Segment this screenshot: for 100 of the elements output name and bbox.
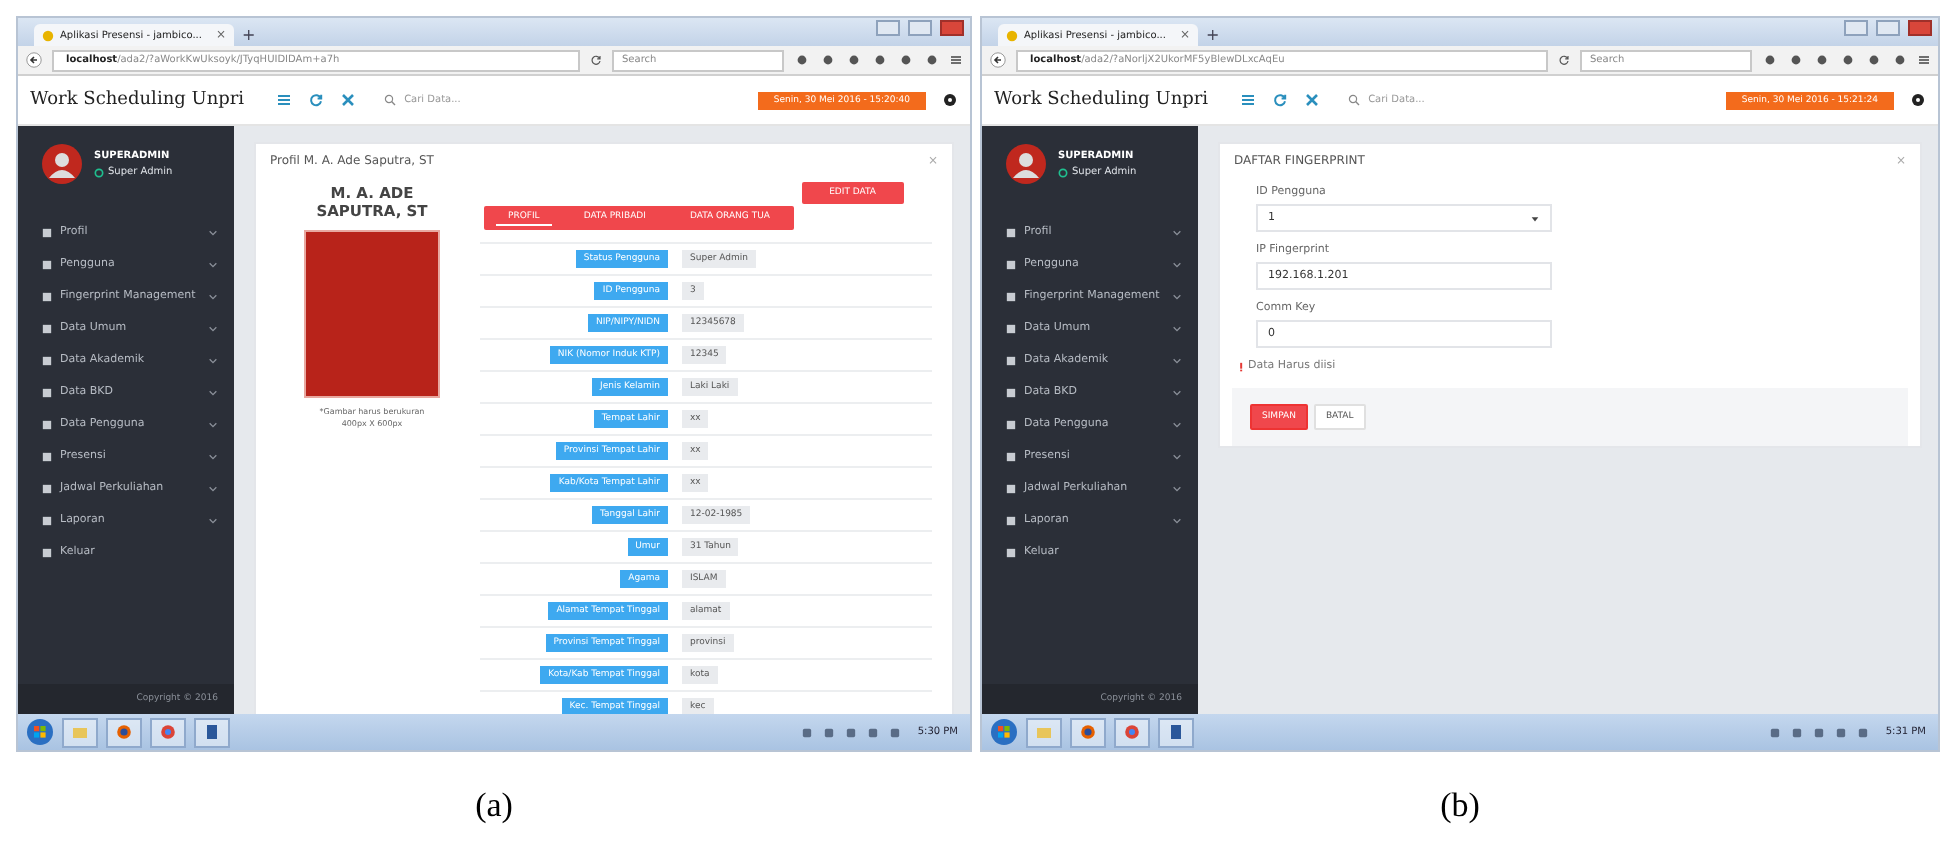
chevron-down-icon [1172,227,1182,237]
favicon-icon [42,29,54,41]
square-icon [1006,547,1016,557]
square-icon [42,227,52,237]
toolbar-icon[interactable] [900,54,912,66]
menu-icon[interactable] [1918,54,1930,66]
chevron-down-icon [1172,355,1182,365]
dropdown-arrow-icon [1530,213,1540,223]
taskbar-app-button[interactable] [1070,717,1106,747]
start-button[interactable] [990,718,1018,746]
figure-caption: (b) [1440,786,1480,826]
square-icon [1006,483,1016,493]
taskbar-app-button[interactable] [150,717,186,747]
search-icon [1348,94,1361,106]
square-icon [1006,227,1016,237]
taskbar-app-button[interactable] [1158,717,1194,747]
square-icon [42,547,52,557]
toolbar-icon[interactable] [926,54,938,66]
chevron-down-icon [208,515,218,525]
menu-icon[interactable] [950,54,962,66]
chevron-down-icon [208,355,218,365]
toolbar-icon[interactable] [796,54,808,66]
search-icon [384,94,397,106]
square-icon [42,291,52,301]
chevron-down-icon [208,387,218,397]
square-icon [42,259,52,269]
chevron-down-icon [1172,451,1182,461]
square-icon [1006,323,1016,333]
chevron-down-icon [1172,323,1182,333]
chevron-down-icon [1172,291,1182,301]
toolbar-icon[interactable] [1816,54,1828,66]
refresh-icon[interactable] [1272,92,1289,108]
minimize-button[interactable] [1844,20,1868,36]
app-title: Work Scheduling Unpri [994,90,1209,110]
square-icon [42,355,52,365]
toolbar-icon[interactable] [874,54,886,66]
start-button[interactable] [26,718,54,746]
document-icon [204,724,220,740]
document-icon [1168,724,1184,740]
status-dot-icon [94,167,104,177]
chevron-down-icon [208,291,218,301]
toolbar-icon[interactable] [1790,54,1802,66]
avatar [1006,144,1046,184]
back-icon[interactable] [26,52,42,68]
chevron-down-icon [208,227,218,237]
square-icon [42,323,52,333]
chevron-down-icon [208,419,218,429]
fullscreen-icon[interactable] [340,92,357,108]
maximize-button[interactable] [1876,20,1900,36]
minimize-button[interactable] [876,20,900,36]
menu-icon[interactable] [276,92,293,108]
taskbar-app-button[interactable] [1114,717,1150,747]
chevron-down-icon [1172,259,1182,269]
square-icon [1006,259,1016,269]
toolbar-icon[interactable] [1764,54,1776,66]
menu-icon[interactable] [1240,92,1257,108]
toolbar-icon[interactable] [1868,54,1880,66]
chevron-down-icon [1172,515,1182,525]
folder-icon [1036,724,1052,740]
square-icon [1006,419,1016,429]
new-tab-button[interactable]: + [242,24,256,46]
square-icon [1006,451,1016,461]
toolbar-icon[interactable] [1842,54,1854,66]
fullscreen-icon[interactable] [1304,92,1321,108]
favicon-icon [1006,29,1018,41]
square-icon [1006,515,1016,525]
toolbar-icon[interactable] [1894,54,1906,66]
square-icon [42,515,52,525]
toolbar-icon[interactable] [848,54,860,66]
folder-icon [72,724,88,740]
refresh-icon[interactable] [308,92,325,108]
chevron-down-icon [208,451,218,461]
app-title: Work Scheduling Unpri [30,90,245,110]
chevron-down-icon [1172,387,1182,397]
new-tab-button[interactable]: + [1206,24,1220,46]
settings-icon[interactable] [942,92,958,108]
figure-caption: (a) [475,786,513,826]
settings-icon[interactable] [1910,92,1926,108]
reload-icon[interactable] [1558,54,1570,66]
square-icon [42,451,52,461]
maximize-button[interactable] [908,20,932,36]
square-icon [1006,387,1016,397]
square-icon [42,387,52,397]
chevron-down-icon [1172,419,1182,429]
globe-icon [116,724,132,740]
status-dot-icon [1058,167,1068,177]
toolbar-icon[interactable] [822,54,834,66]
taskbar-app-button[interactable] [194,717,230,747]
square-icon [42,483,52,493]
circle-icon [1124,724,1140,740]
square-icon [1006,355,1016,365]
chevron-down-icon [208,323,218,333]
chevron-down-icon [1172,483,1182,493]
taskbar-app-button[interactable] [106,717,142,747]
avatar [42,144,82,184]
back-icon[interactable] [990,52,1006,68]
chevron-down-icon [208,259,218,269]
square-icon [42,419,52,429]
reload-icon[interactable] [590,54,602,66]
square-icon [1006,291,1016,301]
